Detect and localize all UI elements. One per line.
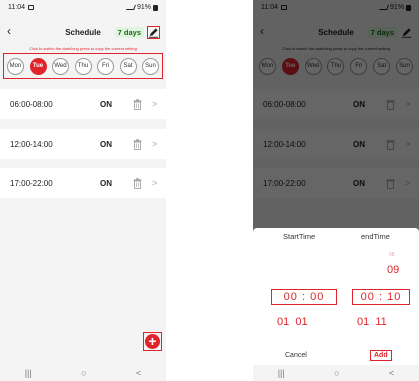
day-selector: Mon Tue Wed Thu Fri Sat Sun: [3, 53, 163, 79]
start-time-label: StartTime: [283, 232, 316, 241]
schedule-slot[interactable]: 06:00-08:00 ON >: [0, 89, 166, 119]
end-time-wheel-selected[interactable]: 00 : 10: [352, 289, 410, 305]
gallery-icon: [28, 5, 34, 10]
system-back-button[interactable]: <: [389, 368, 394, 378]
slot-state: ON: [100, 139, 112, 149]
plus-icon: +: [145, 334, 160, 349]
chevron-right-icon[interactable]: >: [152, 139, 157, 149]
status-bar: 11:04 91%: [0, 0, 166, 15]
slot-time: 06:00-08:00: [10, 99, 53, 109]
system-nav-bar: ||| ○ <: [0, 365, 166, 381]
day-mon[interactable]: Mon: [7, 57, 24, 75]
status-time: 11:04: [8, 4, 25, 11]
end-wheel-above[interactable]: 09: [387, 264, 399, 276]
start-wheel-below[interactable]: 01 01: [277, 316, 308, 328]
schedule-slot[interactable]: 17:00-22:00 ON >: [0, 168, 166, 198]
day-sun[interactable]: Sun: [142, 57, 159, 75]
signal-icon: [126, 5, 136, 10]
slot-time: 12:00-14:00: [10, 139, 53, 149]
recents-button[interactable]: |||: [278, 368, 285, 378]
trash-icon[interactable]: [133, 99, 142, 110]
day-fri[interactable]: Fri: [97, 57, 114, 75]
start-time-wheel-selected[interactable]: 00 : 00: [271, 289, 337, 305]
edit-icon[interactable]: [147, 26, 160, 39]
system-nav-bar: ||| ○ <: [253, 365, 419, 381]
recents-button[interactable]: |||: [25, 368, 32, 378]
day-sat[interactable]: Sat: [119, 57, 137, 75]
battery-icon: [153, 4, 158, 11]
trash-icon[interactable]: [133, 139, 142, 150]
add-button[interactable]: Add: [370, 350, 392, 361]
slot-state: ON: [100, 99, 112, 109]
days-badge: 7 days: [114, 27, 144, 38]
copy-hint: Click to switch the date/long press to c…: [29, 46, 137, 51]
time-picker-sheet: StartTime endTime 08 09 00 : 00 00 : 10 …: [253, 228, 419, 365]
home-button[interactable]: ○: [81, 368, 86, 378]
chevron-right-icon[interactable]: >: [152, 99, 157, 109]
cancel-button[interactable]: Cancel: [285, 352, 307, 359]
schedule-slot[interactable]: 12:00-14:00 ON >: [0, 129, 166, 159]
trash-icon[interactable]: [133, 178, 142, 189]
end-wheel-above-faded[interactable]: 08: [389, 252, 395, 258]
day-thu[interactable]: Thu: [74, 57, 92, 75]
day-wed[interactable]: Wed: [52, 57, 69, 75]
schedule-screen-picker: 11:04 91% ‹ Schedule 7 days Click to swi…: [253, 0, 419, 381]
day-tue[interactable]: Tue: [29, 57, 47, 75]
chevron-right-icon[interactable]: >: [152, 178, 157, 188]
home-button[interactable]: ○: [334, 368, 339, 378]
system-back-button[interactable]: <: [136, 368, 141, 378]
add-slot-button[interactable]: +: [143, 332, 162, 351]
slot-state: ON: [100, 178, 112, 188]
schedule-screen: 11:04 91% ‹ Schedule 7 days Click to swi…: [0, 0, 166, 381]
battery-percent: 91%: [136, 4, 151, 11]
end-time-label: endTime: [361, 232, 390, 241]
slot-time: 17:00-22:00: [10, 178, 53, 188]
end-wheel-below[interactable]: 01 11: [357, 316, 387, 328]
nav-header: ‹ Schedule 7 days: [0, 24, 166, 40]
